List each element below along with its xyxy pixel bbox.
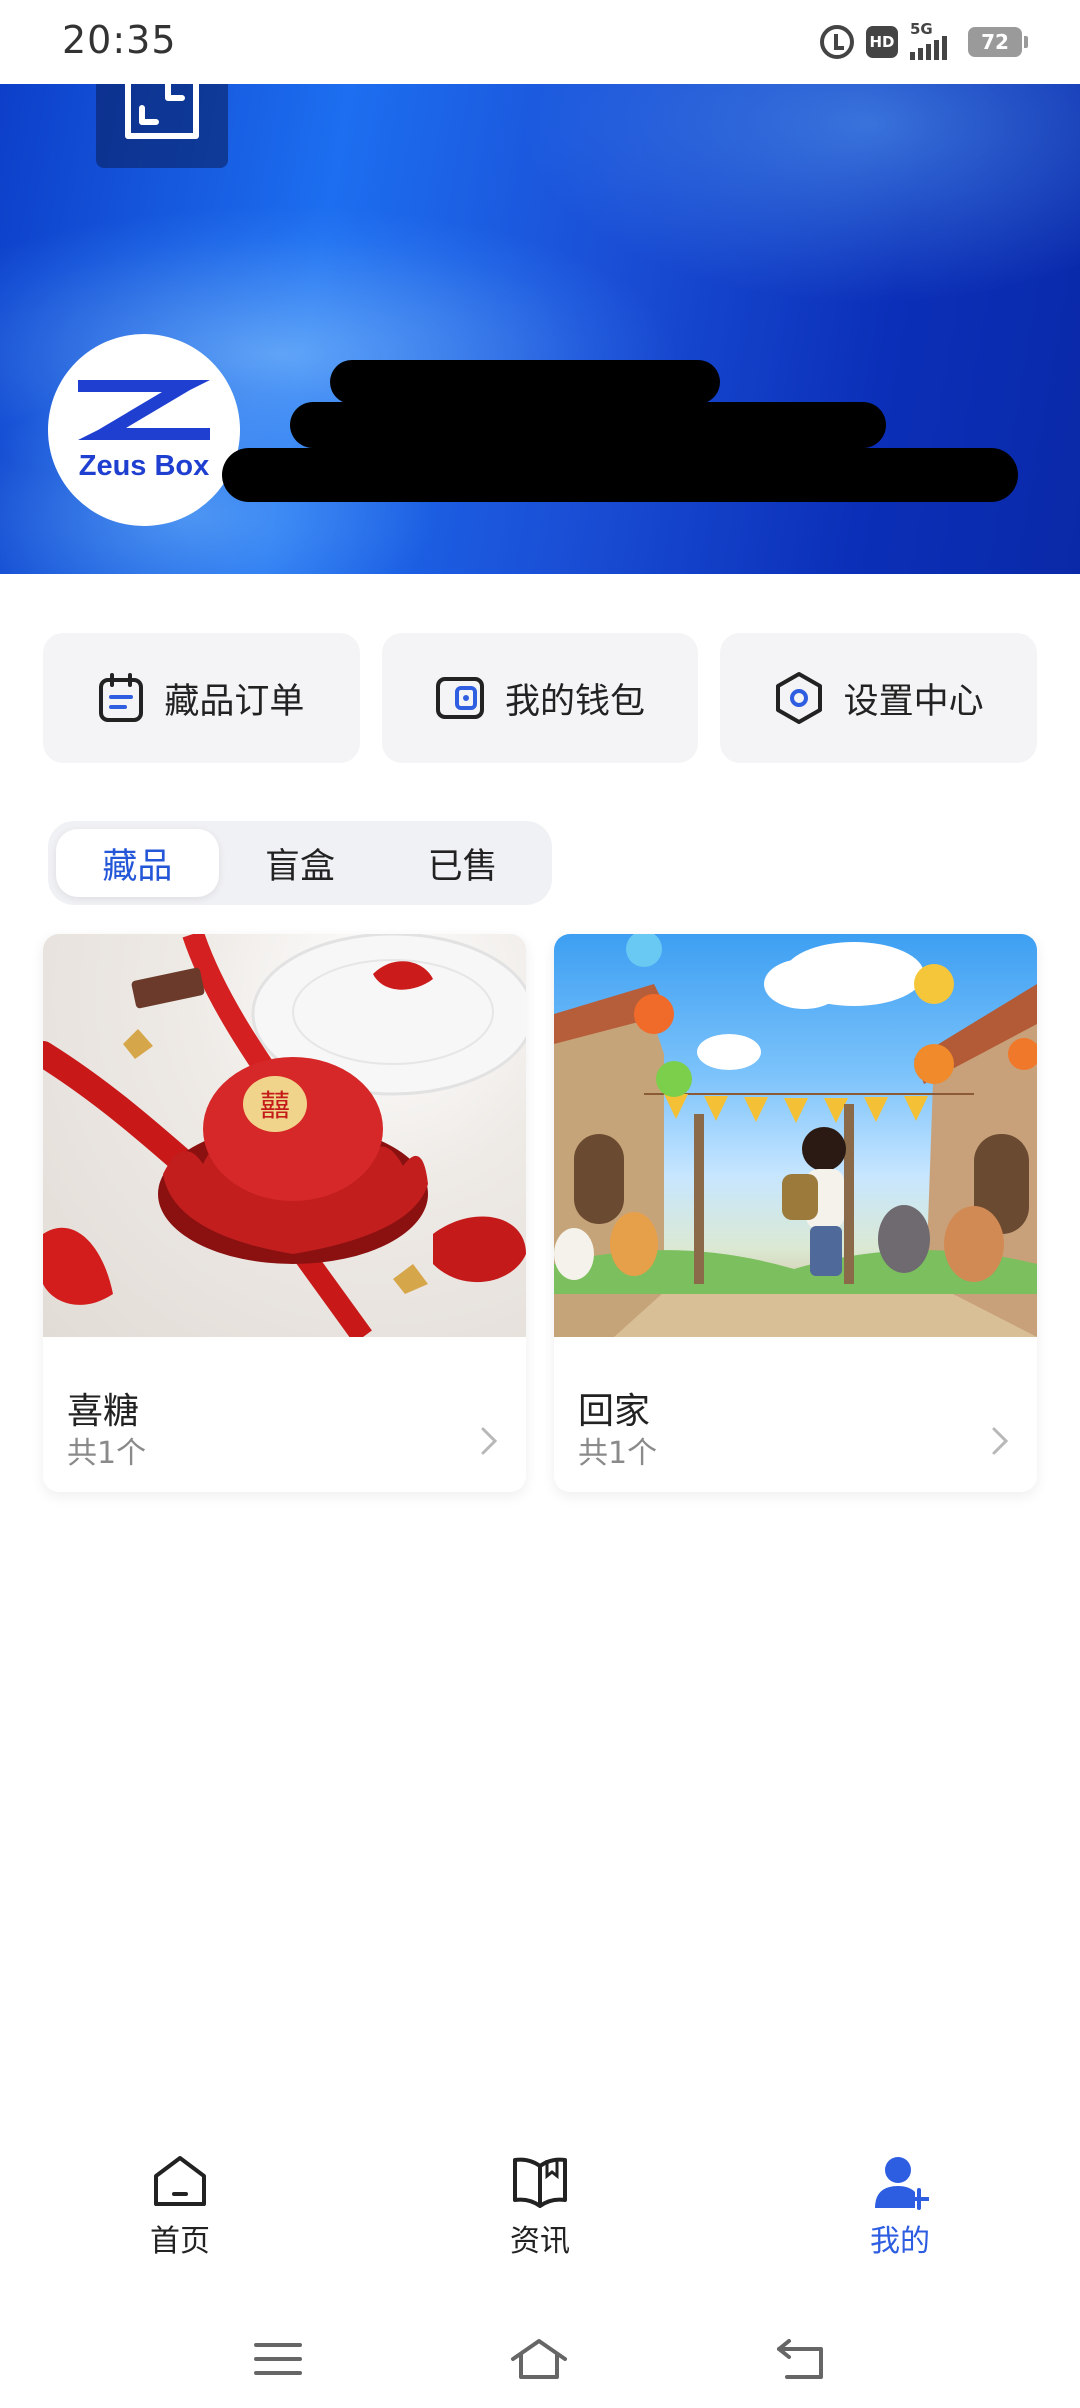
status-icons: HD 5G 72 [820, 20, 1028, 60]
nav-news[interactable]: 资讯 [360, 2130, 720, 2280]
tab-sold[interactable]: 已售 [381, 829, 544, 897]
settings-hexagon-icon [775, 672, 822, 724]
alarm-icon [820, 25, 854, 59]
signal-icon: 5G [910, 20, 956, 60]
chevron-right-icon [481, 1427, 498, 1455]
nav-mine-label: 我的 [870, 2224, 930, 2259]
settings-label: 设置中心 [843, 681, 984, 722]
orders-label: 藏品订单 [164, 681, 305, 722]
collection-card[interactable]: 回家 共1个 [554, 934, 1037, 1492]
collection-title: 喜糖 [67, 1391, 140, 1432]
avatar-brand: Zeus Box [78, 449, 210, 482]
nav-home-label: 首页 [150, 2224, 210, 2259]
redacted-username [330, 360, 720, 404]
battery-icon: 72 [968, 27, 1028, 57]
profile-header: Zeus Box [0, 84, 1080, 574]
bottom-nav: 首页 资讯 我的 [0, 2130, 1080, 2280]
book-icon [513, 2157, 567, 2208]
menu-icon[interactable] [253, 2339, 303, 2379]
svg-text:囍: 囍 [260, 1089, 290, 1124]
collection-grid: 囍 喜糖 共1个 回家 共1个 [43, 934, 1037, 1492]
nav-home[interactable]: 首页 [0, 2130, 360, 2280]
home-image [554, 934, 1037, 1337]
status-bar: 20:35 HD 5G 72 [0, 0, 1080, 84]
system-nav [0, 2310, 1080, 2408]
nav-news-label: 资讯 [510, 2224, 570, 2259]
chevron-right-icon [992, 1427, 1009, 1455]
wallet-icon [436, 677, 484, 719]
quick-actions: 藏品订单 我的钱包 设置中心 [43, 633, 1038, 763]
home-icon [154, 2156, 206, 2206]
candy-image: 囍 [43, 934, 526, 1337]
avatar[interactable]: Zeus Box [48, 334, 240, 526]
collection-count: 共1个 [578, 1436, 658, 1471]
home-system-icon[interactable] [509, 2337, 569, 2381]
collection-card[interactable]: 囍 喜糖 共1个 [43, 934, 526, 1492]
settings-button[interactable]: 设置中心 [720, 633, 1038, 763]
collection-count: 共1个 [67, 1436, 147, 1471]
redacted-user-info [290, 402, 886, 448]
orders-button[interactable]: 藏品订单 [43, 633, 360, 763]
back-icon[interactable] [775, 2337, 827, 2381]
tab-blind-box[interactable]: 盲盒 [219, 829, 382, 897]
collection-tabs: 藏品 盲盒 已售 [48, 821, 552, 905]
tab-collections[interactable]: 藏品 [56, 829, 219, 897]
nav-mine[interactable]: 我的 [720, 2130, 1080, 2280]
calendar-list-icon [99, 673, 144, 722]
hd-icon: HD [866, 26, 898, 58]
collection-title: 回家 [578, 1391, 651, 1432]
zeus-logo-icon [78, 379, 210, 440]
status-time: 20:35 [62, 18, 177, 62]
wallet-button[interactable]: 我的钱包 [381, 633, 699, 763]
wallet-label: 我的钱包 [505, 681, 646, 722]
user-add-icon [875, 2157, 929, 2210]
expand-icon[interactable] [96, 84, 228, 168]
redacted-user-id [222, 448, 1018, 502]
